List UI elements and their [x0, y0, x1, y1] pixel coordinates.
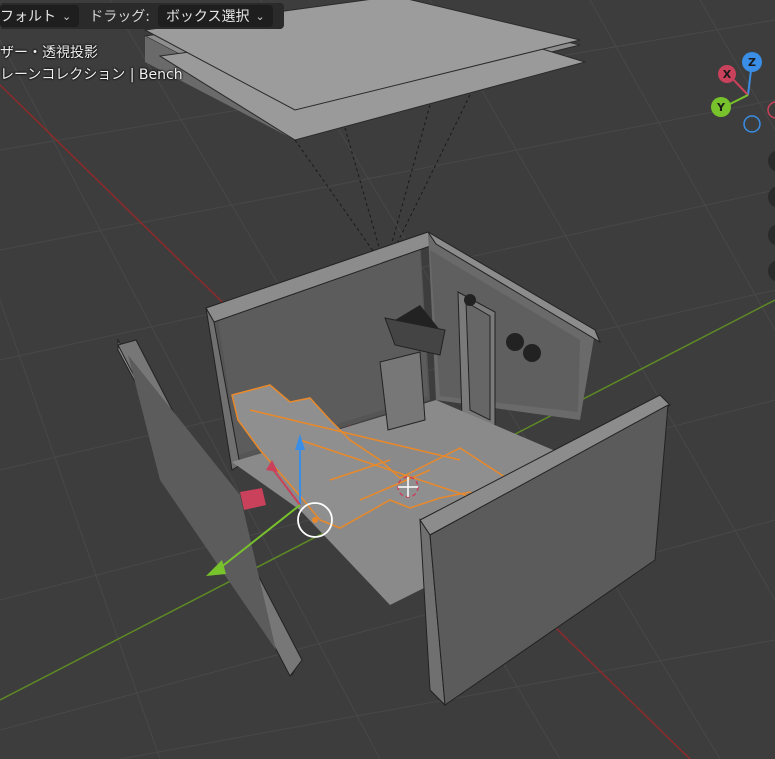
gizmo-x-axis[interactable]: X	[718, 65, 736, 83]
drag-label: ドラッグ:	[89, 9, 150, 25]
gizmo-z-axis[interactable]: Z	[742, 52, 762, 72]
gizmo-y-axis[interactable]: Y	[711, 97, 731, 117]
navigation-gizmo[interactable]	[700, 50, 775, 140]
3d-viewport[interactable]	[0, 0, 775, 759]
view-info-text: ザー・透視投影	[0, 45, 98, 61]
mode-dropdown-label: フォルト	[0, 9, 56, 25]
chevron-down-icon: ⌄	[62, 9, 72, 23]
mode-dropdown[interactable]: フォルト ⌄	[0, 5, 80, 27]
chevron-down-icon: ⌄	[255, 9, 265, 23]
drag-select-label: ボックス選択	[165, 9, 250, 25]
collection-info-text: レーンコレクション | Bench	[0, 67, 183, 83]
drag-select-dropdown[interactable]: ボックス選択 ⌄	[157, 5, 273, 27]
area-light-planes[interactable]	[143, 0, 587, 269]
viewport-header: フォルト ⌄ ドラッグ: ボックス選択 ⌄	[0, 3, 284, 29]
